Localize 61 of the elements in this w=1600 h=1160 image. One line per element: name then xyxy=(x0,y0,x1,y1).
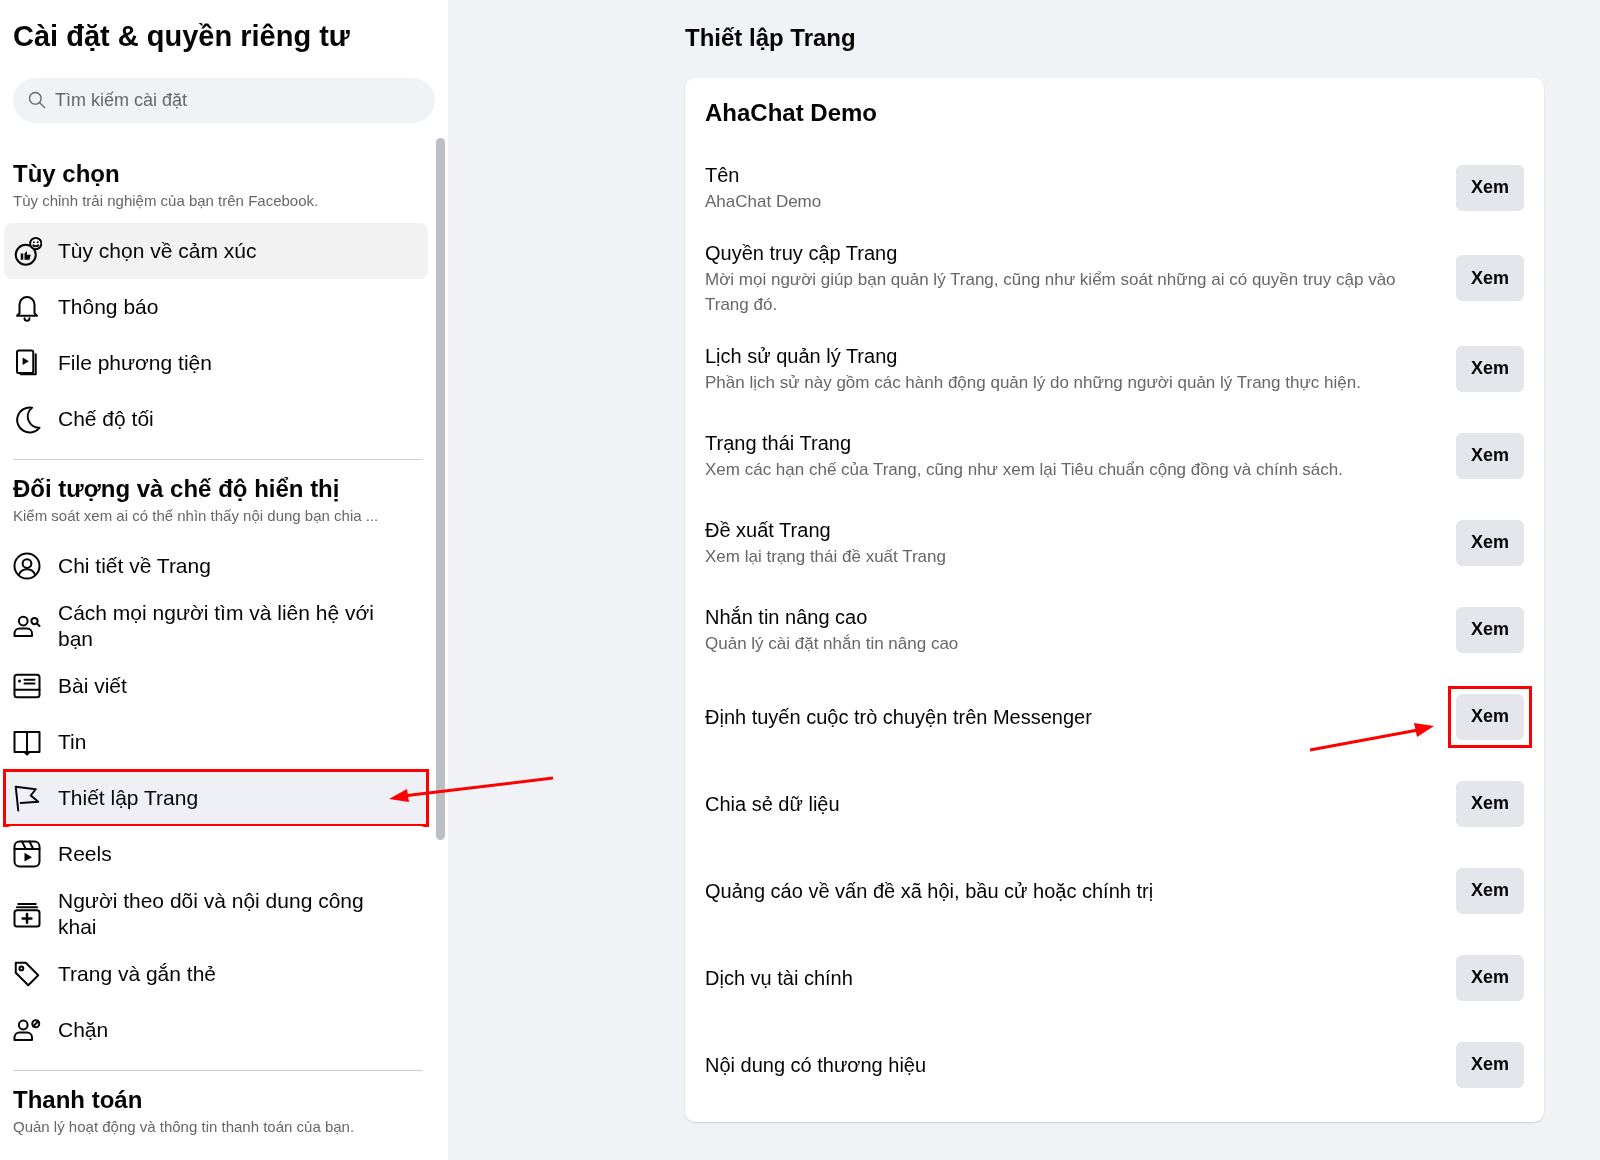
view-button[interactable]: Xem xyxy=(1456,345,1524,392)
reaction-icon xyxy=(12,236,42,266)
setting-title: Nhắn tin nâng cao xyxy=(705,605,869,630)
section-heading: Đối tượng và chế độ hiển thị xyxy=(12,474,341,504)
reels-icon xyxy=(12,839,42,869)
section-subtitle: Kiểm soát xem ai có thể nhìn thấy nội dung bạn chia ... xyxy=(12,506,380,526)
setting-title: Dịch vụ tài chính xyxy=(705,965,854,991)
setting-title: Trạng thái Trang xyxy=(705,431,852,456)
search-icon xyxy=(27,90,47,110)
setting-title: Quyền truy cập Trang xyxy=(705,241,899,266)
sidebar-item-label: Reels xyxy=(58,841,113,867)
section-subtitle: Tùy chỉnh trải nghiệm của bạn trên Facebook. xyxy=(12,191,320,211)
sidebar-item-label: Thiết lập Trang xyxy=(58,785,200,811)
setting-description: Mời mọi người giúp bạn quản lý Trang, cũng như kiểm soát những ai có quyền truy cập vào Trang đó. xyxy=(705,269,1397,316)
card-heading: AhaChat Demo xyxy=(705,98,879,128)
page-title: Thiết lập Trang xyxy=(685,23,857,53)
sidebar-item[interactable]: Tùy chọn về cảm xúc xyxy=(4,223,428,279)
post-icon xyxy=(12,671,42,701)
setting-title: Chia sẻ dữ liệu xyxy=(705,791,841,817)
setting-description: AhaChat Demo xyxy=(705,191,823,213)
sidebar-item-label: Trang và gắn thẻ xyxy=(58,961,217,987)
setting-description: Phần lịch sử này gồm các hành động quản lý do những người quản lý Trang thực hiện. xyxy=(705,372,1362,394)
setting-description: Quản lý cài đặt nhắn tin nâng cao xyxy=(705,633,960,655)
section-heading: Tùy chọn xyxy=(12,159,121,189)
sidebar-title: Cài đặt & quyền riêng tư xyxy=(12,19,351,54)
view-button[interactable]: Xem xyxy=(1456,519,1524,566)
view-button[interactable]: Xem xyxy=(1456,780,1524,827)
sidebar-item-label: Cách mọi người tìm và liên hệ với bạn xyxy=(58,600,375,652)
sidebar-item-label: Tùy chọn về cảm xúc xyxy=(58,238,258,264)
flag-icon xyxy=(12,783,42,813)
tag-icon xyxy=(12,959,42,989)
setting-description: Xem các hạn chế của Trang, cũng như xem lại Tiêu chuẩn cộng đồng và chính sách. xyxy=(705,459,1344,481)
sidebar-item-label: Chế độ tối xyxy=(58,406,155,432)
view-button[interactable]: Xem xyxy=(1456,255,1524,301)
setting-title: Đề xuất Trang xyxy=(705,518,832,543)
sidebar-item-label: Chặn xyxy=(58,1017,110,1043)
setting-description: Xem lại trạng thái đề xuất Trang xyxy=(705,546,947,568)
setting-title: Định tuyến cuộc trò chuyện trên Messenger xyxy=(705,704,1093,730)
search-field[interactable]: Tìm kiếm cài đặt xyxy=(13,78,435,123)
profile-icon xyxy=(12,551,42,581)
sidebar-item-label: Người theo dõi và nội dung công khai xyxy=(58,888,365,940)
section-subtitle: Quản lý hoạt động và thông tin thanh toán của bạn. xyxy=(12,1117,356,1137)
section-heading: Thanh toán xyxy=(12,1085,144,1115)
sidebar-item-label: Thông báo xyxy=(58,294,160,320)
setting-title: Quảng cáo về vấn đề xã hội, bầu cử hoặc chính trị xyxy=(705,878,1155,904)
view-button[interactable]: Xem xyxy=(1456,693,1524,740)
sidebar-item-label: Tin xyxy=(58,729,88,755)
view-button[interactable]: Xem xyxy=(1456,954,1524,1001)
setting-title: Nội dung có thương hiệu xyxy=(705,1052,928,1078)
scrollbar-thumb[interactable] xyxy=(436,138,445,840)
setting-title: Tên xyxy=(705,163,741,188)
sidebar-item-label: Chi tiết về Trang xyxy=(58,553,212,579)
view-button[interactable]: Xem xyxy=(1456,164,1524,211)
sidebar-item-label: File phương tiện xyxy=(58,350,213,376)
sidebar-item[interactable]: Thiết lập Trang xyxy=(4,770,428,826)
setting-title: Lịch sử quản lý Trang xyxy=(705,344,899,369)
view-button[interactable]: Xem xyxy=(1456,1041,1524,1088)
view-button[interactable]: Xem xyxy=(1456,432,1524,479)
view-button[interactable]: Xem xyxy=(1456,867,1524,914)
sidebar-item-label: Bài viết xyxy=(58,673,128,699)
view-button[interactable]: Xem xyxy=(1456,606,1524,653)
